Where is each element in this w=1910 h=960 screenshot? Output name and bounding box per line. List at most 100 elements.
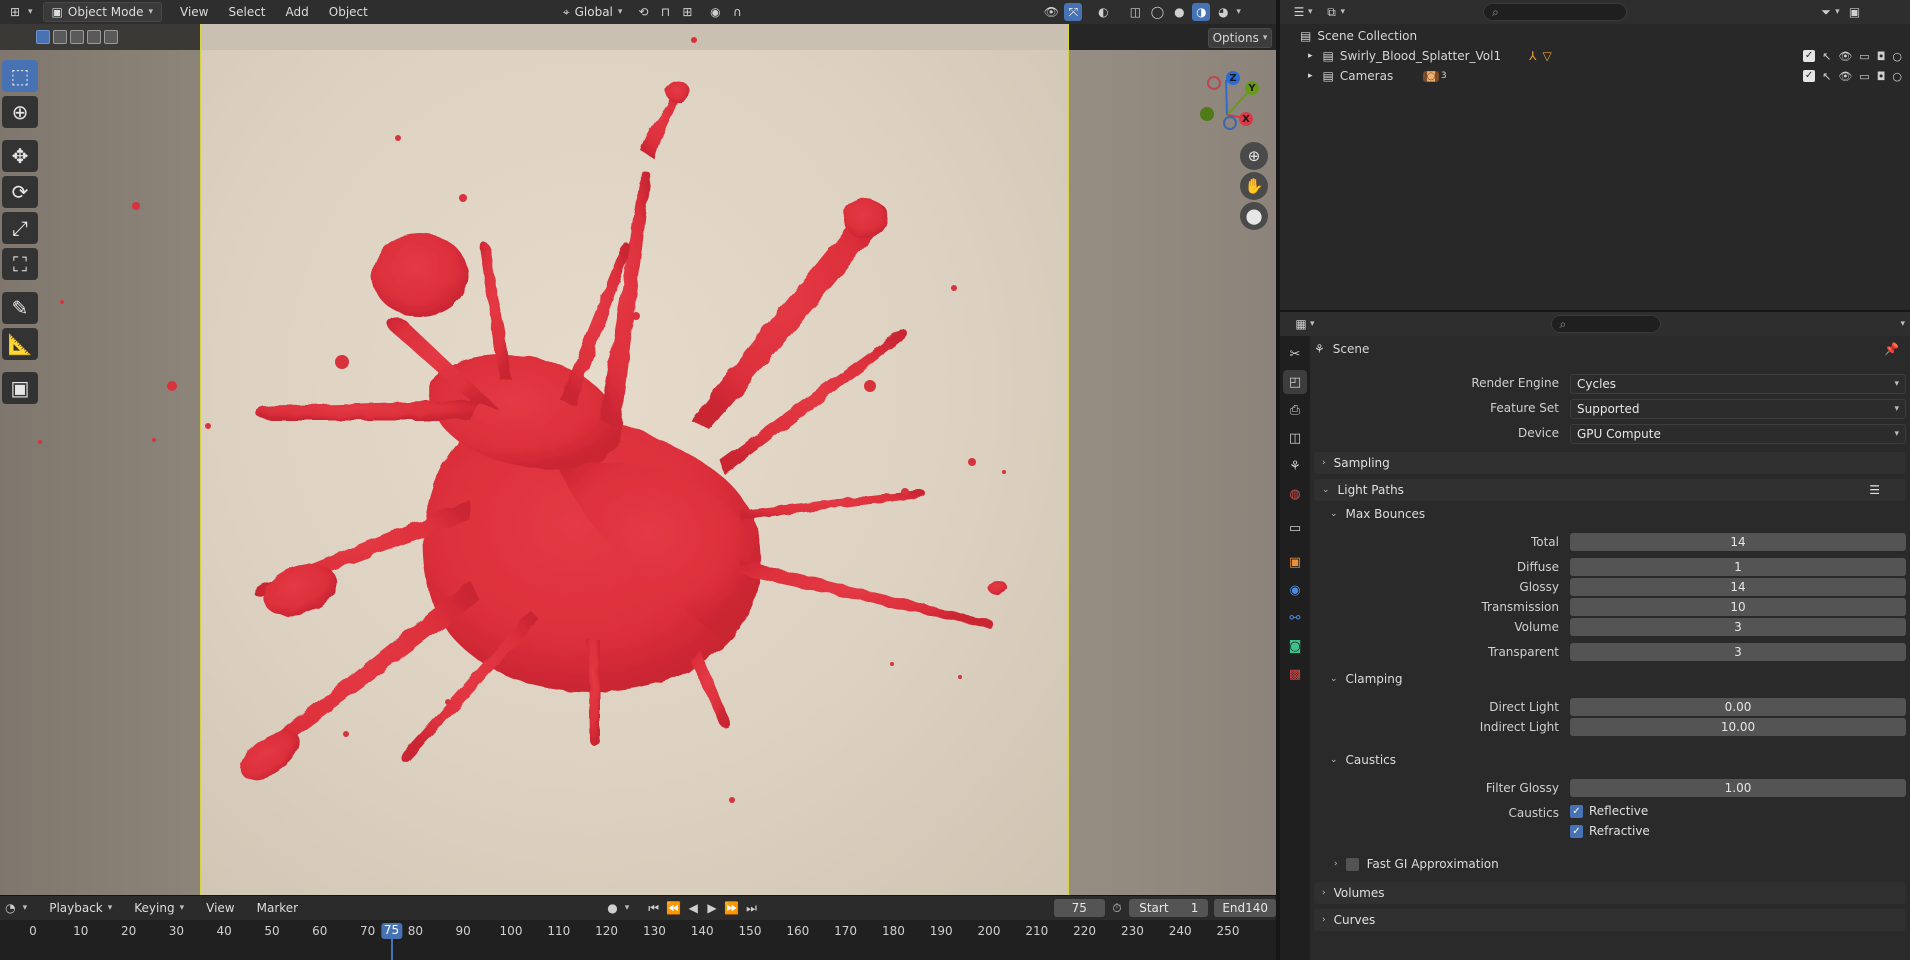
reflective-checkbox[interactable]: ✓ bbox=[1570, 804, 1583, 818]
pan-hand-icon[interactable]: ✋ bbox=[1240, 172, 1268, 200]
filter-icon[interactable]: ⏷ bbox=[1817, 3, 1835, 21]
selectable-icon[interactable]: ↖ bbox=[1822, 70, 1831, 83]
properties-search-input[interactable]: ⌕ bbox=[1550, 315, 1661, 333]
chevron-down-icon[interactable]: ▾ bbox=[1236, 7, 1241, 17]
texture-tab-icon[interactable]: ▩ bbox=[1283, 662, 1307, 686]
transform-icon[interactable]: ⛶ bbox=[2, 248, 38, 280]
curves-panel-header[interactable]: › Curves bbox=[1314, 909, 1906, 931]
jump-keyframe-back-icon[interactable]: ⏪ bbox=[666, 899, 681, 917]
navigation-gizmo[interactable]: Z Y X bbox=[1192, 70, 1262, 140]
view-layer-tab-icon[interactable]: ◫ bbox=[1283, 426, 1307, 450]
camera-render-icon[interactable]: ◘ bbox=[1877, 70, 1886, 83]
pivot-point-icon[interactable]: ⟲ bbox=[634, 3, 652, 21]
keying-menu[interactable]: Keying ▾ bbox=[126, 898, 192, 918]
sampling-panel-header[interactable]: › Sampling bbox=[1314, 452, 1906, 474]
eye-icon[interactable]: 👁 bbox=[1838, 70, 1852, 83]
rotate-icon[interactable]: ⟳ bbox=[2, 176, 38, 208]
z-axis-icon[interactable]: Z bbox=[1226, 71, 1240, 85]
stopwatch-icon[interactable]: ⏱ bbox=[1111, 899, 1124, 917]
jump-start-icon[interactable]: ⏮ bbox=[647, 899, 660, 917]
falloff-icon[interactable]: ∩ bbox=[728, 3, 746, 21]
outliner-row-cameras[interactable]: ▸ ▤ Cameras ◙ 3 ✓ ↖ 👁 ▭ ◘ ○ bbox=[1280, 66, 1910, 86]
menu-object[interactable]: Object bbox=[321, 2, 376, 22]
caustics-subpanel-header[interactable]: ⌄ Caustics bbox=[1330, 750, 1396, 770]
display-mode-icon[interactable]: ⧉ bbox=[1323, 3, 1341, 21]
properties-editor-icon[interactable]: ▦ bbox=[1292, 315, 1310, 333]
refractive-checkbox[interactable]: ✓ bbox=[1570, 824, 1583, 838]
collection-tab-icon[interactable]: ▭ bbox=[1283, 516, 1307, 540]
monitor-icon[interactable]: ▭ bbox=[1859, 50, 1869, 63]
exclude-checkbox[interactable]: ✓ bbox=[1803, 49, 1816, 62]
proportional-edit-icon[interactable]: ◉ bbox=[706, 3, 724, 21]
mode-selector[interactable]: ▣ Object Mode ▾ bbox=[42, 2, 162, 22]
pin-icon[interactable]: 📌 bbox=[1884, 342, 1899, 356]
snap-target-icon[interactable]: ⊞ bbox=[678, 3, 696, 21]
overlay-icon[interactable]: ◐ bbox=[1094, 3, 1112, 21]
fast-gi-checkbox[interactable] bbox=[1345, 857, 1359, 871]
outliner-row-scene-collection[interactable]: ▤ Scene Collection bbox=[1280, 26, 1910, 46]
options-button[interactable]: Options ▾ bbox=[1208, 28, 1272, 48]
light-paths-panel-header[interactable]: ⌄ Light Paths ☰ bbox=[1314, 479, 1906, 501]
world-tab-icon[interactable]: ◍ bbox=[1283, 482, 1307, 506]
material-shading-icon[interactable]: ◑ bbox=[1192, 3, 1211, 21]
start-frame-field[interactable]: Start 1 bbox=[1129, 899, 1209, 917]
selectable-icon[interactable]: ↖ bbox=[1822, 50, 1831, 63]
object-tab-icon[interactable]: ▣ bbox=[1283, 550, 1307, 574]
solid-shading-icon[interactable]: ● bbox=[1170, 3, 1188, 21]
chevron-down-icon[interactable]: ▾ bbox=[1901, 319, 1906, 329]
monitor-icon[interactable]: ▭ bbox=[1859, 70, 1869, 83]
bounce-volume-field[interactable]: 3 bbox=[1570, 618, 1906, 636]
add-cube-icon[interactable]: ▣ bbox=[2, 372, 38, 404]
outliner-editor-icon[interactable]: ☰ bbox=[1290, 3, 1308, 21]
select-box-icon[interactable]: ⬚ bbox=[2, 60, 38, 92]
bounce-diffuse-field[interactable]: 1 bbox=[1570, 558, 1906, 576]
select-invert-icon[interactable] bbox=[87, 30, 101, 44]
holdout-icon[interactable]: ○ bbox=[1892, 70, 1902, 83]
select-extend-icon[interactable] bbox=[53, 30, 67, 44]
clock-icon[interactable]: ◔ bbox=[4, 899, 17, 917]
new-collection-icon[interactable]: ▣ bbox=[1846, 3, 1864, 21]
playback-menu[interactable]: Playback ▾ bbox=[41, 898, 120, 918]
select-intersect-icon[interactable] bbox=[104, 30, 118, 44]
cursor-icon[interactable]: ⊕ bbox=[2, 96, 38, 128]
filter-glossy-field[interactable]: 1.00 bbox=[1570, 779, 1906, 797]
reflective-checkbox-row[interactable]: ✓ Reflective bbox=[1570, 804, 1648, 818]
camera-render-icon[interactable]: ◘ bbox=[1877, 50, 1886, 63]
measure-icon[interactable]: 📐 bbox=[2, 328, 38, 360]
refractive-checkbox-row[interactable]: ✓ Refractive bbox=[1570, 824, 1650, 838]
area-divider-horizontal[interactable] bbox=[1280, 310, 1910, 312]
eye-icon[interactable]: 👁 bbox=[1838, 50, 1852, 63]
bounce-transmission-field[interactable]: 10 bbox=[1570, 598, 1906, 616]
menu-select[interactable]: Select bbox=[220, 2, 273, 22]
exclude-checkbox[interactable]: ✓ bbox=[1803, 69, 1816, 82]
constraints-tab-icon[interactable]: ⚯ bbox=[1283, 606, 1307, 630]
feature-set-dropdown[interactable]: Supported ▾ bbox=[1570, 399, 1906, 419]
current-frame-field[interactable]: 75 bbox=[1053, 899, 1105, 917]
timeline-ruler[interactable]: 0 10 20 30 40 50 60 70 80 90 100 110 120 130 140 150 160… bbox=[0, 920, 1276, 960]
bounce-glossy-field[interactable]: 14 bbox=[1570, 578, 1906, 596]
camera-view-icon[interactable]: ⬤ bbox=[1240, 202, 1268, 230]
physics-tab-icon[interactable]: ◉ bbox=[1283, 578, 1307, 602]
outliner-search-input[interactable]: ⌕ bbox=[1483, 3, 1628, 21]
direct-light-field[interactable]: 0.00 bbox=[1570, 698, 1906, 716]
snap-icon[interactable]: ⊓ bbox=[656, 3, 674, 21]
visibility-icon[interactable]: 👁 bbox=[1042, 3, 1060, 21]
device-dropdown[interactable]: GPU Compute ▾ bbox=[1570, 424, 1906, 444]
presets-list-icon[interactable]: ☰ bbox=[1869, 483, 1880, 497]
bounce-transparent-field[interactable]: 3 bbox=[1570, 643, 1906, 661]
object-data-tab-icon[interactable]: ◙ bbox=[1283, 634, 1307, 658]
xray-icon[interactable]: ◫ bbox=[1126, 3, 1144, 21]
chevron-down-icon[interactable]: ▾ bbox=[625, 903, 630, 913]
select-new-icon[interactable] bbox=[36, 30, 50, 44]
select-subtract-icon[interactable] bbox=[70, 30, 84, 44]
transform-orientation[interactable]: ⌖ Global ▾ bbox=[555, 2, 631, 22]
expand-arrow-icon[interactable]: ▸ bbox=[1308, 51, 1313, 61]
marker-menu[interactable]: Marker bbox=[249, 898, 306, 918]
neg-y-axis-icon[interactable] bbox=[1200, 107, 1214, 121]
3d-viewport[interactable]: ⊞ ▾ ▣ Object Mode ▾ View Select Add Obje… bbox=[0, 0, 1276, 895]
annotate-icon[interactable]: ✎ bbox=[2, 292, 38, 324]
scale-icon[interactable]: ⤢ bbox=[2, 212, 38, 244]
tool-tab-icon[interactable]: ✂ bbox=[1283, 342, 1307, 366]
end-frame-field[interactable]: End 140 bbox=[1214, 899, 1277, 917]
render-engine-dropdown[interactable]: Cycles ▾ bbox=[1570, 374, 1906, 394]
